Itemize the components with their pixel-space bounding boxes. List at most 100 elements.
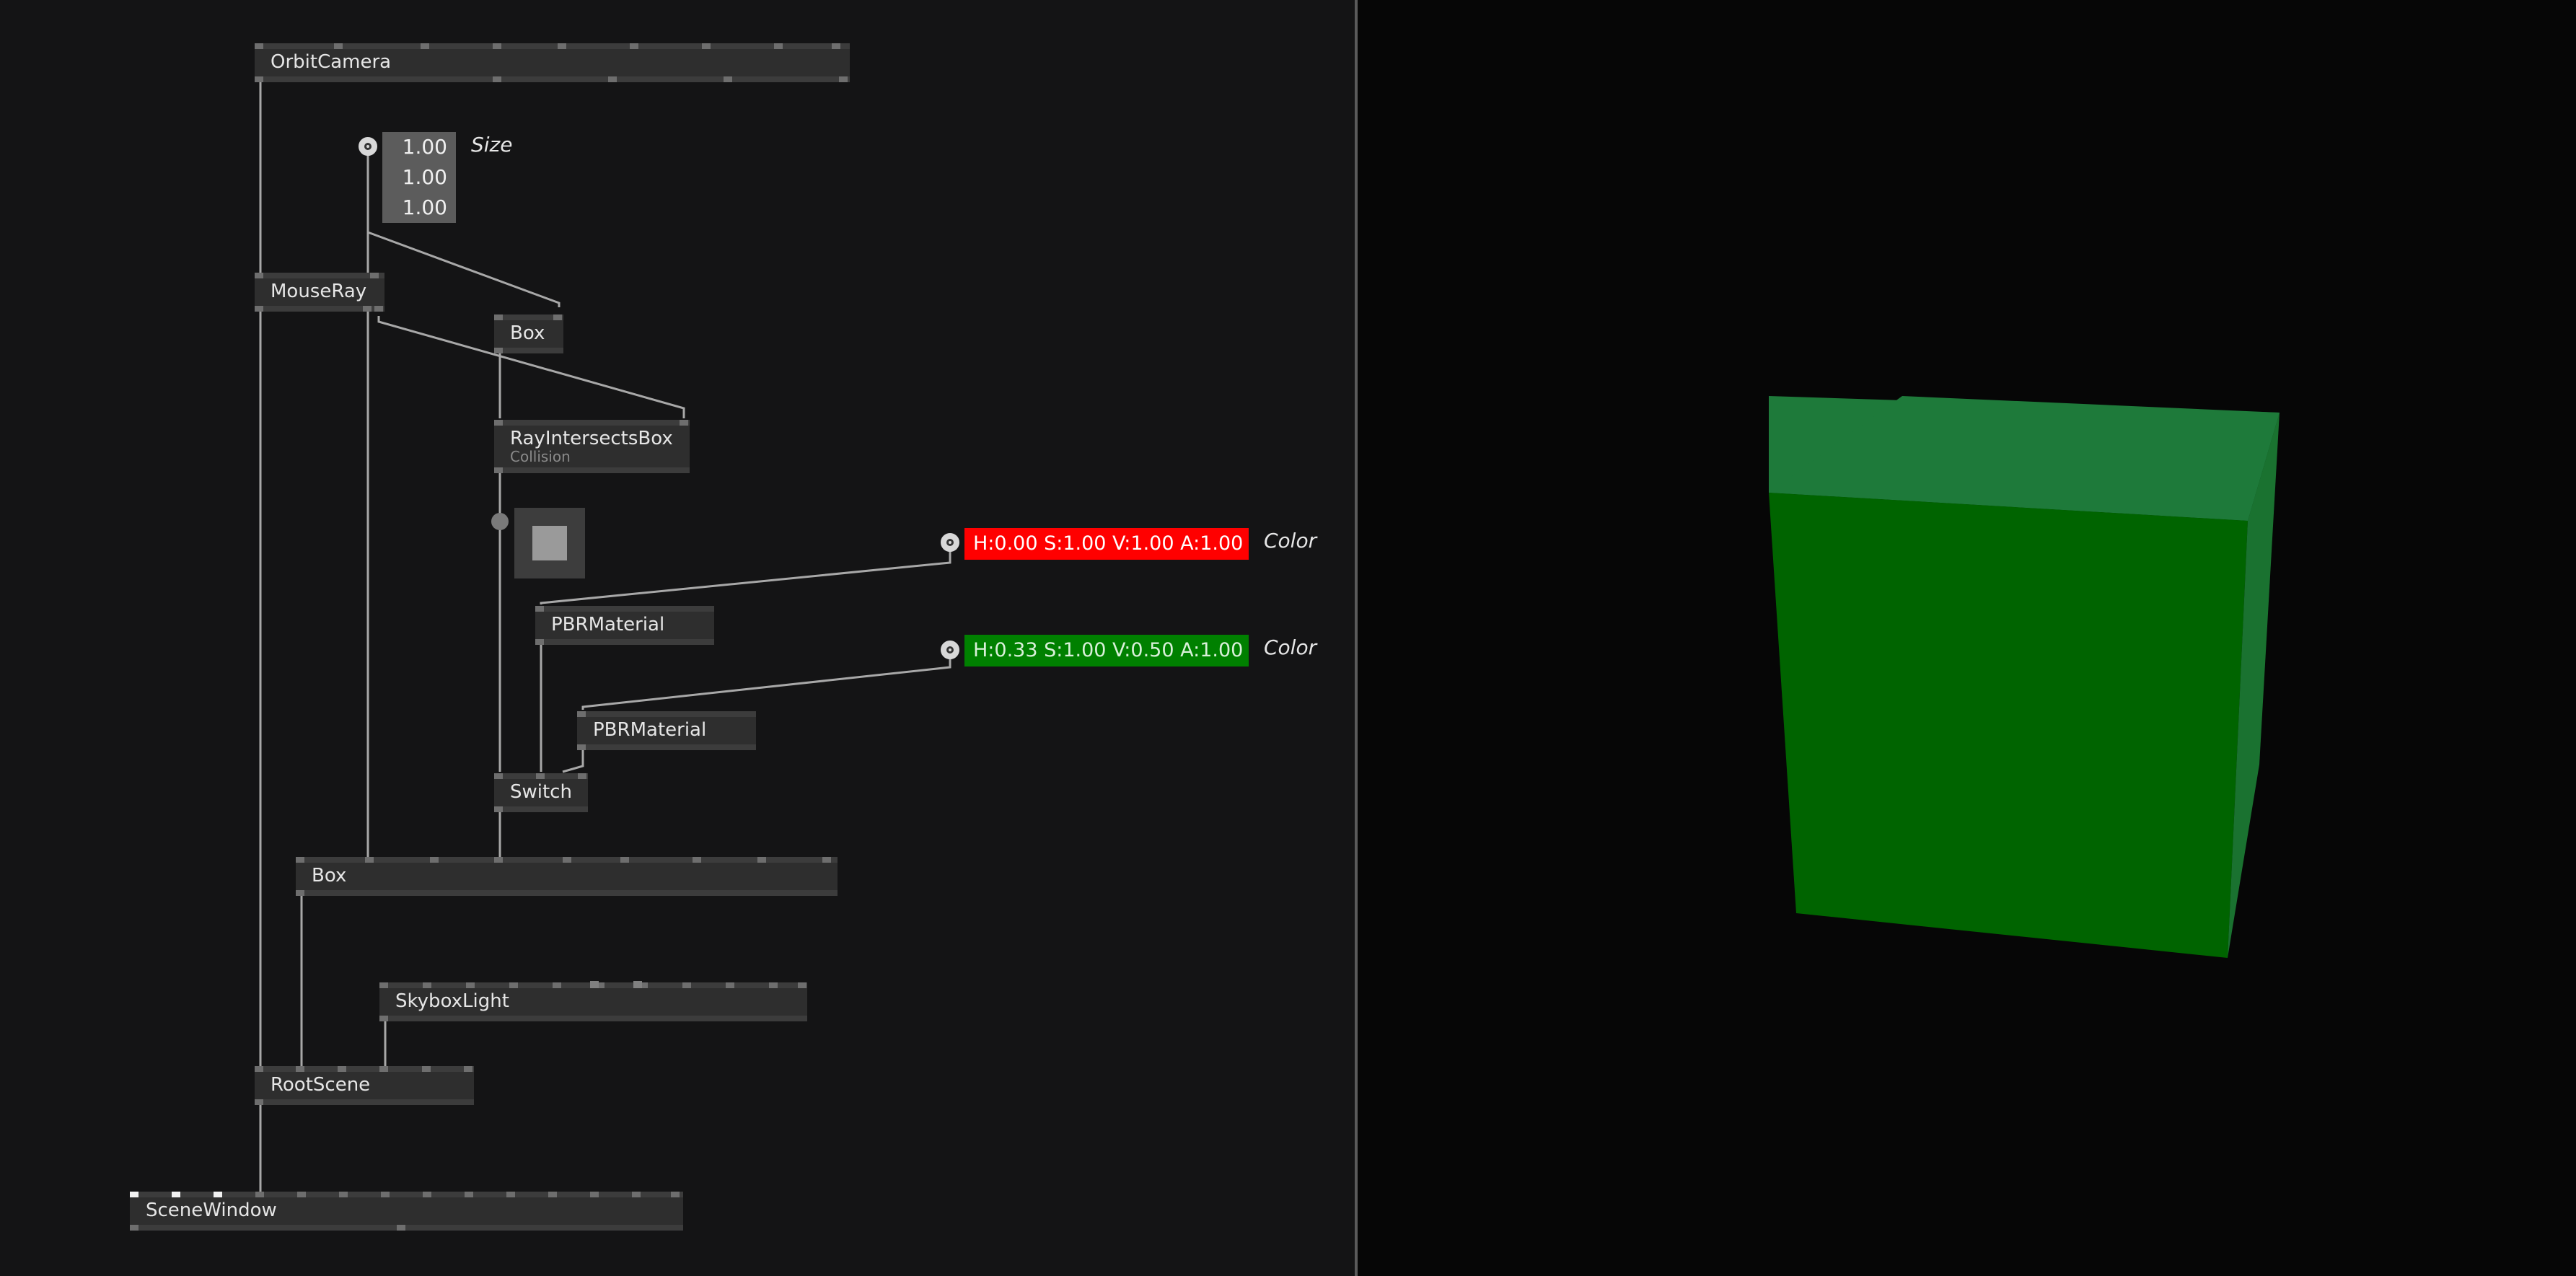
input-pin[interactable] xyxy=(130,1192,139,1197)
input-pin[interactable] xyxy=(381,1192,390,1197)
green-cube[interactable] xyxy=(1358,0,2576,1276)
input-pin[interactable] xyxy=(798,982,806,988)
input-pin[interactable] xyxy=(535,606,544,612)
input-pin[interactable] xyxy=(577,711,586,717)
output-pin[interactable] xyxy=(494,467,503,473)
input-pin[interactable] xyxy=(255,273,263,278)
node-scene-window[interactable]: SceneWindow xyxy=(130,1192,683,1231)
node-pbr-material-red[interactable]: PBRMaterial xyxy=(535,606,714,645)
toggle-button[interactable] xyxy=(514,508,585,578)
input-pin[interactable] xyxy=(553,314,562,320)
input-pin[interactable] xyxy=(506,1192,515,1197)
input-pin[interactable] xyxy=(493,43,501,49)
input-pin[interactable] xyxy=(536,773,545,779)
node-root-scene[interactable]: RootScene xyxy=(255,1066,474,1105)
input-pin[interactable] xyxy=(494,773,503,779)
input-pin[interactable] xyxy=(255,1192,264,1197)
output-pin[interactable] xyxy=(535,639,544,645)
size-input-port[interactable] xyxy=(359,137,377,156)
size-x-value[interactable]: 1.00 xyxy=(382,132,456,162)
input-pin[interactable] xyxy=(822,857,831,863)
input-pin[interactable] xyxy=(423,982,431,988)
input-pin[interactable] xyxy=(633,981,642,988)
node-box-scene[interactable]: Box xyxy=(296,857,838,896)
input-pin[interactable] xyxy=(702,43,711,49)
input-pin[interactable] xyxy=(494,420,503,426)
output-pin[interactable] xyxy=(608,76,617,82)
output-pin[interactable] xyxy=(255,306,263,312)
input-pin[interactable] xyxy=(297,1192,306,1197)
input-pin[interactable] xyxy=(466,982,475,988)
input-pin[interactable] xyxy=(620,857,629,863)
output-pin[interactable] xyxy=(130,1225,139,1231)
output-pin[interactable] xyxy=(255,76,263,82)
input-pin[interactable] xyxy=(494,314,503,320)
input-pin[interactable] xyxy=(757,857,766,863)
output-pin[interactable] xyxy=(493,76,501,82)
input-pin[interactable] xyxy=(255,1066,263,1072)
input-pin[interactable] xyxy=(172,1192,180,1197)
node-orbit-camera[interactable]: OrbitCamera xyxy=(255,43,850,82)
input-pin[interactable] xyxy=(774,43,783,49)
input-pin[interactable] xyxy=(379,982,388,988)
input-pin[interactable] xyxy=(509,982,518,988)
node-switch[interactable]: Switch xyxy=(494,773,588,812)
input-pin[interactable] xyxy=(464,1066,472,1072)
input-pin[interactable] xyxy=(590,1192,599,1197)
input-pin[interactable] xyxy=(421,43,429,49)
input-pin[interactable] xyxy=(632,1192,641,1197)
output-pin[interactable] xyxy=(494,348,503,353)
input-pin[interactable] xyxy=(680,420,688,426)
input-pin[interactable] xyxy=(370,273,379,278)
input-pin[interactable] xyxy=(671,1192,680,1197)
color-red-input-port[interactable] xyxy=(941,533,959,552)
node-pbr-material-green[interactable]: PBRMaterial xyxy=(577,711,756,750)
node-ray-intersects-box[interactable]: RayIntersectsBox Collision xyxy=(494,420,690,473)
input-pin[interactable] xyxy=(338,1066,346,1072)
output-pin[interactable] xyxy=(363,306,372,312)
input-pin[interactable] xyxy=(578,773,586,779)
node-skybox-light[interactable]: SkyboxLight xyxy=(379,981,807,1021)
color-green-input-port[interactable] xyxy=(941,641,959,659)
node-box-geometry[interactable]: Box xyxy=(494,314,563,353)
output-pin[interactable] xyxy=(379,1016,388,1021)
scene-viewport[interactable] xyxy=(1358,0,2576,1276)
input-pin[interactable] xyxy=(563,857,571,863)
input-pin[interactable] xyxy=(334,43,343,49)
output-pin[interactable] xyxy=(296,890,304,896)
color-red-value[interactable]: H:0.00 S:1.00 V:1.00 A:1.00 xyxy=(964,528,1249,560)
color-green-value[interactable]: H:0.33 S:1.00 V:0.50 A:1.00 xyxy=(964,635,1249,666)
input-pin[interactable] xyxy=(726,982,734,988)
output-pin[interactable] xyxy=(839,76,848,82)
output-pin[interactable] xyxy=(374,306,383,312)
output-pin[interactable] xyxy=(397,1225,405,1231)
input-pin[interactable] xyxy=(422,1066,431,1072)
output-pin[interactable] xyxy=(724,76,732,82)
toggle-input-port[interactable] xyxy=(491,513,509,530)
input-pin[interactable] xyxy=(365,857,374,863)
input-pin[interactable] xyxy=(682,982,691,988)
input-pin[interactable] xyxy=(832,43,840,49)
patch-editor[interactable]: OrbitCamera 1.00 1.00 1.00 Size MouseRay… xyxy=(0,0,1355,1276)
input-pin[interactable] xyxy=(379,1066,388,1072)
input-pin[interactable] xyxy=(423,1192,431,1197)
input-pin[interactable] xyxy=(296,1066,304,1072)
input-pin[interactable] xyxy=(693,857,701,863)
input-pin[interactable] xyxy=(553,982,561,988)
input-pin[interactable] xyxy=(558,43,566,49)
output-pin[interactable] xyxy=(494,806,503,812)
input-pin[interactable] xyxy=(590,981,599,988)
input-pin[interactable] xyxy=(769,982,778,988)
input-pin[interactable] xyxy=(214,1192,222,1197)
input-pin[interactable] xyxy=(548,1192,557,1197)
input-pin[interactable] xyxy=(630,43,638,49)
output-pin[interactable] xyxy=(577,744,586,750)
input-pin[interactable] xyxy=(430,857,439,863)
size-z-value[interactable]: 1.00 xyxy=(382,193,456,223)
size-y-value[interactable]: 1.00 xyxy=(382,162,456,193)
node-mouse-ray[interactable]: MouseRay xyxy=(255,273,384,312)
input-pin[interactable] xyxy=(296,857,304,863)
input-pin[interactable] xyxy=(339,1192,348,1197)
output-pin[interactable] xyxy=(255,1099,263,1105)
input-pin[interactable] xyxy=(255,43,263,49)
